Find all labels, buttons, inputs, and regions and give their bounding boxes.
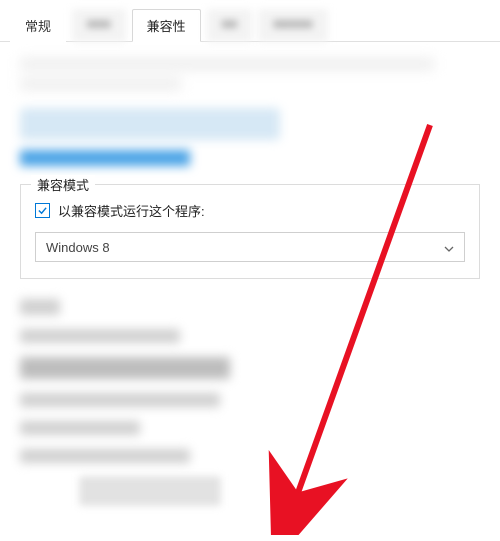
tab-general[interactable]: 常规 [10, 9, 66, 42]
settings-group-blurred [20, 295, 480, 505]
properties-dialog: 常规 ■■■ 兼容性 ■■ ■■■■■ 兼容模式 以兼容模式运行这个程序: [0, 0, 500, 541]
compat-mode-select-value: Windows 8 [46, 240, 110, 255]
compat-mode-checkbox[interactable] [35, 203, 50, 218]
blurred-option-5[interactable] [20, 449, 190, 463]
check-icon [38, 206, 47, 215]
tab-blurred-1[interactable]: ■■■ [72, 9, 126, 42]
chevron-down-icon [444, 242, 454, 252]
compat-mode-select[interactable]: Windows 8 [35, 232, 465, 262]
blurred-button[interactable] [80, 477, 220, 505]
intro-text-blurred [20, 56, 480, 102]
blurred-option-3[interactable] [20, 393, 220, 407]
blurred-option-1[interactable] [20, 329, 180, 343]
tab-bar: 常规 ■■■ 兼容性 ■■ ■■■■■ [0, 0, 500, 42]
tab-blurred-3[interactable]: ■■■■■ [258, 9, 327, 42]
compat-mode-checkbox-row[interactable]: 以兼容模式运行这个程序: [35, 201, 465, 220]
tab-compatibility[interactable]: 兼容性 [132, 9, 201, 42]
blurred-heading [20, 299, 60, 315]
troubleshooter-button-blurred[interactable] [20, 108, 280, 140]
compat-mode-group-title: 兼容模式 [31, 175, 95, 194]
tab-blurred-2[interactable]: ■■ [207, 9, 253, 42]
tab-content: 兼容模式 以兼容模式运行这个程序: Windows 8 [0, 42, 500, 519]
blurred-option-2[interactable] [20, 357, 230, 379]
compat-mode-group: 兼容模式 以兼容模式运行这个程序: Windows 8 [20, 184, 480, 279]
help-link-blurred[interactable] [20, 150, 190, 166]
blurred-option-4[interactable] [20, 421, 140, 435]
compat-mode-checkbox-label: 以兼容模式运行这个程序: [58, 201, 205, 220]
